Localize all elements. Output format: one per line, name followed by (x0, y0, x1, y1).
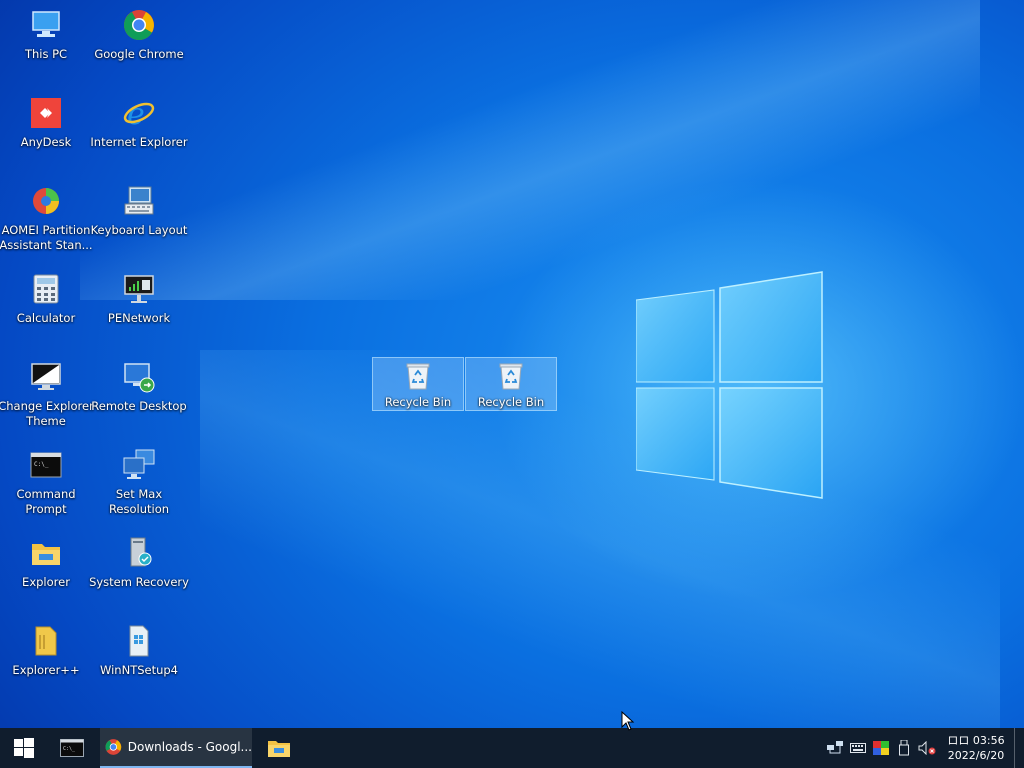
penetwork-icon (122, 272, 156, 306)
svg-text:e: e (127, 97, 145, 130)
system-recovery-icon (122, 536, 156, 570)
anydesk-icon (29, 96, 63, 130)
desktop-icon-recycle-bin[interactable]: Recycle Bin (465, 357, 557, 411)
usb-icon[interactable] (892, 728, 915, 768)
internet-explorer-icon: e (122, 96, 156, 130)
taskbar-command-prompt[interactable]: C:\_ (50, 728, 94, 768)
explorer-plus-plus-icon (29, 624, 63, 658)
taskbar-chrome-downloads[interactable]: Downloads - Googl... (100, 728, 252, 768)
desktop-icon-anydesk[interactable]: AnyDesk (0, 92, 92, 172)
desktop-icon-system-recovery[interactable]: System Recovery (89, 532, 189, 612)
desktop-icon-command-prompt[interactable]: C:\_ Command Prompt (0, 444, 92, 524)
desktop-icon-aomei-partition[interactable]: AOMEI Partition Assistant Stan... (0, 180, 93, 260)
mouse-cursor-icon (621, 711, 635, 731)
taskbar: C:\_ Downloads - Googl... ロロ 03:56 2022/… (0, 728, 1024, 768)
clock-time: ロロ 03:56 (947, 734, 1005, 747)
start-button[interactable] (0, 728, 48, 768)
light-ray (200, 350, 1000, 728)
volume-muted-icon[interactable] (915, 728, 938, 768)
recycle-bin-icon (494, 360, 528, 392)
command-prompt-icon: C:\_ (60, 739, 84, 757)
network-icon[interactable] (823, 728, 846, 768)
calculator-icon (29, 272, 63, 306)
svg-text:C:\_: C:\_ (34, 461, 49, 468)
clock-date: 2022/6/20 (947, 749, 1005, 762)
desktop-icon-penetwork[interactable]: PENetwork (93, 268, 185, 348)
keyboard-icon[interactable] (846, 728, 869, 768)
windows-logo-wallpaper (636, 271, 823, 499)
desktop-icon-remote-desktop[interactable]: Remote Desktop (91, 356, 187, 436)
color-icon[interactable] (869, 728, 892, 768)
aomei-partition-icon (29, 184, 63, 218)
winntsetup-icon (122, 624, 156, 658)
chrome-icon (122, 8, 156, 42)
desktop-icon-google-chrome[interactable]: Google Chrome (93, 4, 185, 84)
keyboard-layout-icon (122, 184, 156, 218)
this-pc-icon (29, 8, 63, 42)
taskbar-chrome-label: Downloads - Googl... (127, 740, 252, 754)
svg-text:C:\_: C:\_ (63, 746, 76, 752)
taskbar-file-explorer[interactable] (256, 728, 302, 768)
explorer-folder-icon (29, 536, 63, 570)
file-explorer-icon (268, 741, 290, 757)
desktop-icon-keyboard-layout[interactable]: Keyboard Layout (91, 180, 187, 260)
show-desktop-button[interactable] (1014, 728, 1024, 768)
desktop-icon-this-pc[interactable]: This PC (0, 4, 92, 84)
change-explorer-theme-icon (29, 360, 63, 394)
desktop[interactable]: This PC AnyDesk AOMEI Partition Assistan… (0, 0, 1024, 728)
clock[interactable]: ロロ 03:56 2022/6/20 (938, 728, 1014, 768)
light-ray (80, 0, 980, 300)
system-tray: ロロ 03:56 2022/6/20 (823, 728, 1024, 768)
desktop-icon-winntsetup[interactable]: WinNTSetup4 (93, 620, 185, 700)
command-prompt-icon: C:\_ (29, 448, 63, 482)
desktop-icon-recycle-bin[interactable]: Recycle Bin (372, 357, 464, 411)
chrome-icon (105, 739, 122, 755)
remote-desktop-icon (122, 360, 156, 394)
recycle-bin-icon (401, 360, 435, 392)
windows-start-icon (14, 738, 34, 758)
desktop-icon-calculator[interactable]: Calculator (0, 268, 92, 348)
desktop-icon-internet-explorer[interactable]: e Internet Explorer (90, 92, 187, 172)
desktop-icon-explorer-plus-plus[interactable]: Explorer++ (0, 620, 92, 700)
desktop-icon-change-explorer-theme[interactable]: Change Explorer Theme (0, 356, 94, 436)
desktop-icon-explorer[interactable]: Explorer (0, 532, 92, 612)
desktop-icon-set-max-resolution[interactable]: Set Max Resolution (93, 444, 185, 524)
set-max-resolution-icon (122, 448, 156, 482)
